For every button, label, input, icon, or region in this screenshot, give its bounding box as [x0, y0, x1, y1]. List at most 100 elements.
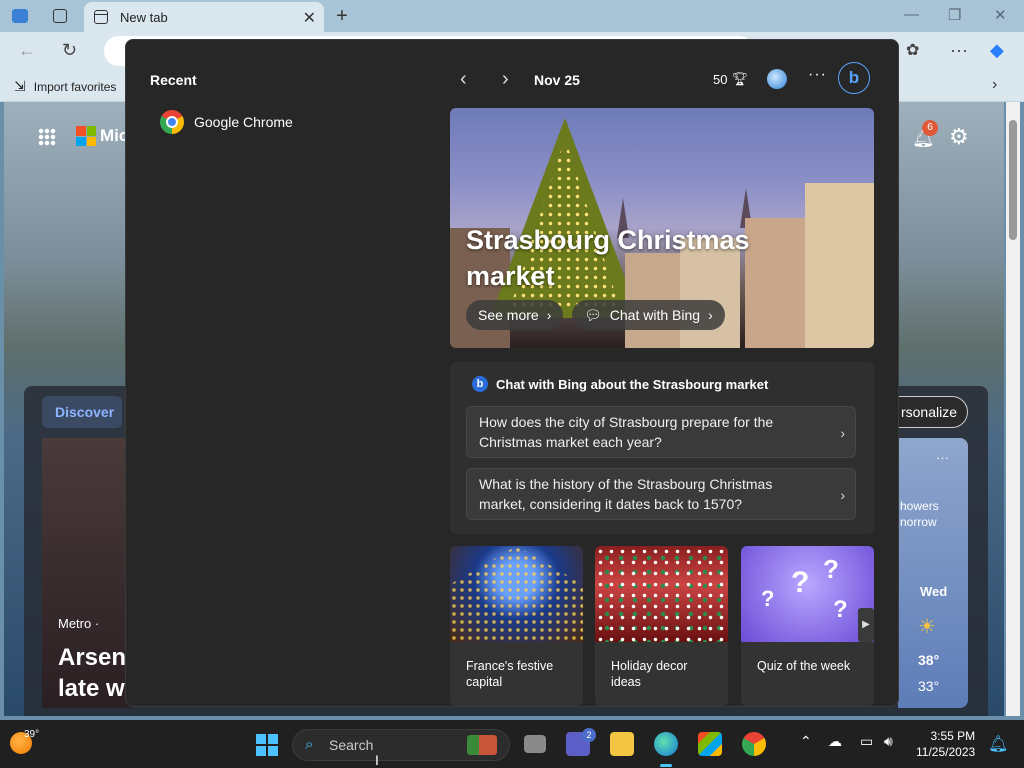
chrome-icon — [160, 110, 184, 134]
card-caption: France's festive capital — [466, 659, 554, 689]
refresh-icon[interactable]: ↻ — [62, 40, 77, 61]
bing-chat-card: b Chat with Bing about the Strasbourg ma… — [450, 362, 874, 534]
hero-image-building — [745, 218, 805, 348]
card-caption: Quiz of the week — [757, 659, 851, 673]
network-icon[interactable]: ▭ — [860, 733, 873, 750]
question-text: What is the history of the Strasbourg Ch… — [479, 476, 773, 512]
bing-card-heading: b Chat with Bing about the Strasbourg ma… — [472, 376, 768, 392]
close-tab-icon[interactable]: ✕ — [303, 8, 316, 28]
story-source: Metro · — [58, 616, 100, 631]
clock-time: 3:55 PM — [930, 729, 976, 743]
scrollbar-thumb[interactable] — [1009, 120, 1017, 240]
avatar[interactable] — [767, 69, 787, 89]
import-favorites-link[interactable]: ⇲ Import favorites — [14, 78, 116, 95]
clock-date: 11/25/2023 — [916, 745, 976, 759]
import-icon: ⇲ — [14, 78, 26, 94]
store-icon[interactable] — [698, 732, 722, 756]
profile-icon[interactable] — [8, 4, 32, 28]
card-caption: Holiday decor ideas — [611, 659, 688, 689]
suggested-question[interactable]: How does the city of Strasbourg prepare … — [466, 406, 856, 458]
recent-item-label: Google Chrome — [194, 114, 293, 130]
story-card-quiz[interactable]: ? ? ? ? Quiz of the week — [741, 546, 874, 706]
new-tab-page-icon — [94, 10, 108, 24]
hero-card[interactable]: Strasbourg Christmas market See more › 💬… — [450, 108, 874, 348]
import-favorites-label: Import favorites — [33, 79, 117, 94]
partly-cloudy-icon: ☀︎ — [918, 616, 936, 638]
chevron-right-icon: › — [840, 487, 845, 503]
trophy-icon: 🏆︎ — [731, 71, 748, 86]
settings-more-icon[interactable]: ··· — [950, 40, 968, 61]
suggested-question[interactable]: What is the history of the Strasbourg Ch… — [466, 468, 856, 520]
rewards-points[interactable]: 50 🏆︎ — [713, 71, 748, 87]
forecast-low: 33° — [918, 678, 940, 694]
extensions-icon[interactable]: ✿ — [906, 40, 919, 60]
tab-discover[interactable]: Discover — [42, 396, 122, 428]
bing-icon: b — [472, 376, 488, 392]
app-launcher-icon[interactable] — [38, 128, 56, 146]
file-explorer-icon[interactable] — [610, 732, 634, 756]
more-options-icon[interactable]: ··· — [808, 66, 827, 84]
next-day-icon[interactable]: › — [502, 68, 509, 91]
recent-item-google-chrome[interactable]: Google Chrome — [160, 110, 293, 134]
weather-card[interactable]: ··· howers norrow Wed ☀︎ 38° 33° — [898, 438, 968, 708]
tab-new-tab[interactable]: New tab ✕ — [84, 2, 324, 32]
active-app-indicator — [660, 764, 672, 767]
see-more-label: See more — [478, 307, 539, 323]
chrome-icon[interactable] — [742, 732, 766, 756]
chevron-right-icon: › — [708, 307, 713, 323]
search-highlight-icon — [467, 735, 497, 755]
bing-icon[interactable]: b — [838, 62, 870, 94]
festive-capital-image — [450, 546, 583, 642]
onedrive-icon[interactable]: ☁ — [828, 733, 842, 750]
search-placeholder: Search — [329, 737, 374, 753]
see-more-button[interactable]: See more › — [466, 300, 564, 330]
chevron-up-icon[interactable]: ⌃ — [800, 733, 812, 750]
minimize-icon[interactable]: — — [904, 6, 919, 23]
story-title[interactable]: Arsena late w — [58, 642, 128, 704]
tab-actions-icon[interactable] — [48, 4, 72, 28]
teams-badge: 2 — [582, 728, 596, 742]
carousel-next-button[interactable]: ▶ — [858, 608, 874, 642]
forecast-day: Wed — [920, 584, 948, 599]
edge-icon[interactable] — [654, 732, 678, 756]
holiday-decor-image — [595, 546, 728, 642]
restore-icon[interactable]: ❐ — [948, 6, 961, 24]
bing-card-title: Chat with Bing about the Strasbourg mark… — [496, 376, 769, 392]
start-button[interactable] — [256, 734, 278, 756]
notification-bell-icon[interactable]: 🔔︎ — [988, 734, 1008, 754]
chat-bubble-icon: 💬︎ — [584, 307, 602, 323]
microsoft-logo-icon — [76, 126, 96, 146]
weather-description: howers norrow — [900, 499, 939, 529]
chevron-right-icon[interactable]: › — [992, 76, 997, 94]
hero-image-building — [805, 183, 874, 348]
hero-title[interactable]: Strasbourg Christmas market — [466, 222, 750, 294]
taskbar-temperature: 39° — [24, 729, 40, 740]
question-text: How does the city of Strasbourg prepare … — [479, 414, 774, 450]
points-value: 50 — [713, 71, 728, 87]
quiz-image: ? ? ? ? — [741, 546, 874, 642]
search-icon: ⌕ — [305, 736, 314, 753]
weather-more-icon[interactable]: ··· — [936, 450, 949, 465]
chevron-right-icon: › — [546, 307, 552, 323]
chat-with-bing-button[interactable]: 💬︎ Chat with Bing › — [572, 300, 725, 330]
volume-icon[interactable]: 🔊︎ — [884, 733, 893, 750]
story-card-festive-capital[interactable]: France's festive capital — [450, 546, 583, 706]
back-icon[interactable]: ← — [18, 40, 36, 61]
close-window-icon[interactable]: ✕ — [994, 6, 1007, 24]
chevron-right-icon: › — [840, 425, 845, 441]
new-tab-button[interactable]: + — [330, 4, 354, 28]
browser-tab-bar: New tab ✕ + — ❐ ✕ — [0, 0, 1024, 32]
text-cursor-icon: I — [375, 752, 379, 768]
story-card-holiday-decor[interactable]: Holiday decor ideas — [595, 546, 728, 706]
taskbar: 39° ⌕ Search 2 ⌃ ☁ ▭ 🔊︎ 3:55 PM 11/25/20… — [0, 720, 1024, 768]
forecast-high: 38° — [918, 652, 940, 668]
previous-day-icon[interactable]: ‹ — [460, 68, 467, 91]
taskbar-search[interactable]: ⌕ Search — [292, 729, 510, 761]
feed-date: Nov 25 — [534, 72, 580, 88]
clock[interactable]: 3:55 PM 11/25/2023 — [916, 728, 975, 760]
copilot-icon[interactable]: ◆ — [990, 40, 1004, 61]
task-view-icon[interactable] — [524, 735, 546, 753]
gear-icon[interactable]: ⚙ — [949, 124, 969, 150]
recent-heading: Recent — [150, 72, 197, 88]
page-scrollbar[interactable] — [1006, 102, 1020, 716]
